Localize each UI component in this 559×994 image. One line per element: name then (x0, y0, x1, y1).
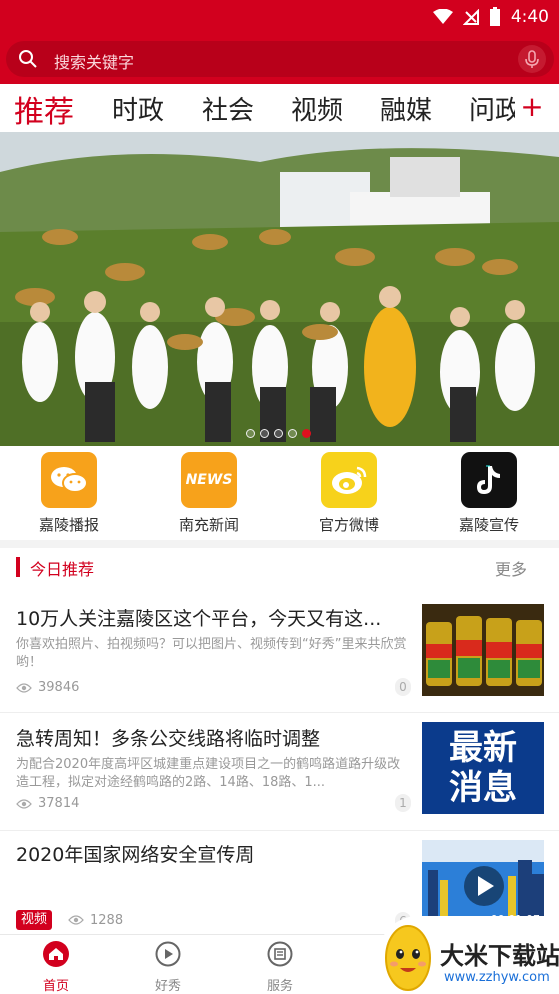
news-badge: NEWS (185, 472, 233, 488)
watermark-url: www.zzhyw.com (444, 970, 550, 985)
tiktok-icon (461, 452, 517, 508)
view-count-value: 39846 (38, 680, 80, 695)
nav-haoxiu[interactable]: 好秀 (138, 941, 198, 994)
nav-label: 首页 (42, 979, 69, 994)
section-title: 今日推荐 (30, 560, 95, 579)
wifi-icon (432, 9, 453, 24)
news-item[interactable]: 10万人关注嘉陵区这个平台，今天又有这... 你喜欢拍照片、拍视频吗？可以把图片… (0, 604, 559, 714)
eye-icon (68, 915, 84, 925)
section-header: 今日推荐 更多 (0, 553, 559, 583)
quick-link-label: 嘉陵播报 (38, 516, 99, 534)
quick-links: 嘉陵播报 NEWS 南充新闻 官方微博 嘉陵宣传 (0, 446, 559, 542)
rice-mascot-icon (385, 925, 431, 991)
news-thumbnail: 最新 消息 (422, 722, 544, 814)
search-header: 搜索关键字 (0, 34, 559, 84)
news-summary: 为配合2020年度高坪区城建重点建设项目之一的鹤鸣路道路升级改造工程，拟定对途经… (16, 757, 401, 790)
status-icons: 4:40 (432, 7, 549, 27)
news-summary: 你喜欢拍照片、拍视频吗？可以把图片、视频传到“好秀”里来共欣赏哟！ (16, 637, 407, 670)
quick-link-jialing-promotion[interactable]: 嘉陵宣传 (439, 452, 539, 535)
tab-media[interactable]: 融媒 (380, 90, 432, 127)
play-icon (155, 941, 181, 967)
search-box[interactable]: 搜索关键字 (6, 41, 554, 77)
list-separator (0, 712, 559, 713)
thumbnail-text: 消息 (449, 768, 517, 808)
view-count: 39846 (16, 680, 79, 695)
nav-home[interactable]: 首页 (26, 941, 86, 994)
search-input[interactable]: 搜索关键字 (54, 49, 134, 73)
battery-icon (489, 7, 500, 26)
section-accent-bar (16, 557, 20, 577)
service-icon (267, 941, 293, 967)
banner-image (0, 132, 559, 446)
thumbnail-text: 最新 (449, 728, 517, 768)
signal-icon (462, 9, 479, 25)
quick-link-label: 嘉陵宣传 (458, 516, 519, 534)
watermark-name: 大米下载站 (440, 942, 559, 970)
news-icon: NEWS (181, 452, 237, 508)
search-icon (19, 50, 37, 68)
news-title: 10万人关注嘉陵区这个平台，今天又有这... (16, 608, 382, 630)
quick-link-label: 南充新闻 (178, 516, 239, 534)
nav-label: 好秀 (154, 979, 181, 994)
view-count-value: 1288 (90, 912, 124, 928)
view-count-value: 37814 (38, 796, 80, 811)
video-tag: 视频 (16, 910, 53, 930)
carousel-indicator (246, 429, 311, 438)
quick-link-jialing-broadcast[interactable]: 嘉陵播报 (19, 452, 119, 535)
status-bar: 4:40 (0, 0, 559, 34)
status-time: 4:40 (510, 7, 549, 27)
tab-recommend[interactable]: 推荐 (14, 87, 74, 131)
comment-count: 0 (395, 678, 411, 696)
category-tabs: 推荐 时政 社会 视频 融媒 问政 + (0, 84, 559, 132)
carousel-dot[interactable] (260, 429, 269, 438)
add-tab-button[interactable]: + (515, 90, 549, 123)
tab-society[interactable]: 社会 (202, 90, 254, 127)
news-title: 急转周知！多条公交线路将临时调整 (16, 728, 321, 750)
quick-link-official-weibo[interactable]: 官方微博 (299, 452, 399, 535)
banner-carousel[interactable] (0, 132, 559, 446)
view-count: 37814 (16, 796, 79, 811)
wechat-icon (41, 452, 97, 508)
eye-icon (16, 682, 32, 693)
tab-politics[interactable]: 时政 (112, 90, 164, 127)
microphone-icon[interactable] (518, 45, 546, 73)
carousel-dot[interactable] (246, 429, 255, 438)
carousel-dot[interactable] (288, 429, 297, 438)
quick-link-label: 官方微博 (318, 516, 379, 534)
view-count: 视频 1288 (16, 910, 123, 930)
more-link[interactable]: 更多 (495, 556, 527, 580)
comment-count: 1 (395, 794, 411, 812)
eye-icon (16, 798, 32, 809)
section-divider (0, 540, 559, 548)
quick-link-nanchong-news[interactable]: NEWS 南充新闻 (159, 452, 259, 535)
home-icon (43, 941, 69, 967)
list-separator (0, 830, 559, 831)
tab-inquiry[interactable]: 问政 (469, 90, 521, 127)
carousel-dot[interactable] (274, 429, 283, 438)
news-title: 2020年国家网络安全宣传周 (16, 844, 255, 866)
video-thumbnail[interactable]: 00:01:07 (422, 840, 544, 928)
carousel-dot-active[interactable] (302, 429, 311, 438)
nav-label: 服务 (266, 979, 293, 994)
news-thumbnail (422, 604, 544, 696)
news-item[interactable]: 急转周知！多条公交线路将临时调整 为配合2020年度高坪区城建重点建设项目之一的… (0, 722, 559, 834)
watermark-logo: 大米下载站 www.zzhyw.com (378, 916, 559, 994)
weibo-icon (321, 452, 377, 508)
nav-service[interactable]: 服务 (250, 941, 310, 994)
tab-video[interactable]: 视频 (291, 90, 343, 127)
